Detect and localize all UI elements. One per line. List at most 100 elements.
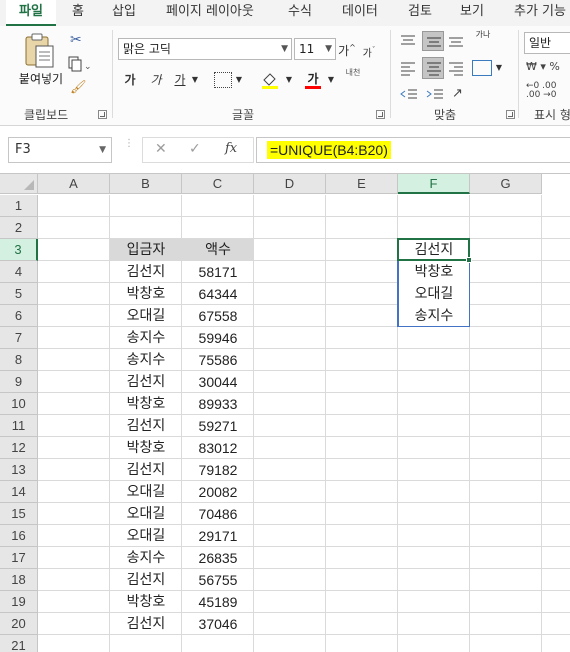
tab-home[interactable]: 홈	[72, 0, 84, 26]
unique-result-cell[interactable]: 오대길	[398, 283, 470, 305]
table-header-amount[interactable]: 액수	[182, 239, 254, 261]
row-header-16[interactable]: 16	[0, 525, 38, 547]
table-cell-depositor[interactable]: 오대길	[110, 503, 182, 525]
tab-view[interactable]: 보기	[460, 0, 484, 26]
table-cell-amount[interactable]: 45189	[182, 591, 254, 613]
cell-area[interactable]: 입금자 액수 김선지 58171 박창호 64344 오대길 67558 송지수 59946 송지수…	[38, 195, 570, 652]
formula-bar-grip-icon[interactable]: ⋮	[124, 139, 134, 159]
table-cell-amount[interactable]: 20082	[182, 481, 254, 503]
table-cell-depositor[interactable]: 송지수	[110, 547, 182, 569]
chevron-down-icon[interactable]: ▼	[494, 58, 504, 78]
table-cell-amount[interactable]: 59946	[182, 327, 254, 349]
insert-function-icon[interactable]: fx	[225, 141, 237, 156]
table-cell-depositor[interactable]: 박창호	[110, 437, 182, 459]
align-center-icon[interactable]	[422, 57, 444, 79]
font-size-dropdown[interactable]: 11 ▼	[294, 38, 336, 60]
format-painter-icon[interactable]: 🖌	[70, 80, 87, 96]
tab-page-layout[interactable]: 페이지 레이아웃	[166, 0, 254, 26]
table-cell-depositor[interactable]: 김선지	[110, 569, 182, 591]
table-cell-depositor[interactable]: 박창호	[110, 283, 182, 305]
table-cell-depositor[interactable]: 송지수	[110, 327, 182, 349]
formula-input[interactable]: =UNIQUE(B4:B20)	[256, 137, 570, 163]
table-cell-depositor[interactable]: 김선지	[110, 415, 182, 437]
column-header-e[interactable]: E	[326, 174, 398, 194]
table-cell-amount[interactable]: 58171	[182, 261, 254, 283]
row-header-6[interactable]: 6	[0, 305, 38, 327]
table-cell-amount[interactable]: 79182	[182, 459, 254, 481]
border-icon[interactable]	[214, 72, 232, 88]
column-header-f[interactable]: F	[398, 174, 470, 194]
table-header-depositor[interactable]: 입금자	[110, 239, 182, 261]
tab-review[interactable]: 검토	[408, 0, 432, 26]
font-name-dropdown[interactable]: 맑은 고딕 ▼	[118, 38, 292, 60]
table-cell-depositor[interactable]: 송지수	[110, 349, 182, 371]
decrease-indent-icon[interactable]	[400, 88, 418, 100]
font-color-button[interactable]: 가	[302, 70, 324, 90]
row-header-2[interactable]: 2	[0, 217, 38, 239]
table-cell-amount[interactable]: 29171	[182, 525, 254, 547]
font-launcher-icon[interactable]	[376, 110, 385, 119]
cancel-icon[interactable]: ✕	[155, 141, 167, 157]
confirm-icon[interactable]: ✓	[189, 141, 201, 157]
table-cell-depositor[interactable]: 박창호	[110, 591, 182, 613]
row-header-15[interactable]: 15	[0, 503, 38, 525]
paste-button-label[interactable]: 붙여넣기	[14, 70, 68, 87]
decimal-places-icon[interactable]: ←0 .00.00 →0	[526, 82, 566, 100]
underline-button[interactable]: 가	[170, 70, 190, 90]
row-header-1[interactable]: 1	[0, 195, 38, 217]
row-header-10[interactable]: 10	[0, 393, 38, 415]
table-cell-amount[interactable]: 83012	[182, 437, 254, 459]
table-cell-amount[interactable]: 75586	[182, 349, 254, 371]
table-cell-depositor[interactable]: 박창호	[110, 393, 182, 415]
tab-insert[interactable]: 삽입	[112, 0, 136, 26]
merge-center-icon[interactable]	[472, 60, 492, 76]
tab-addins[interactable]: 추가 기능	[514, 0, 566, 26]
row-header-18[interactable]: 18	[0, 569, 38, 591]
table-cell-depositor[interactable]: 김선지	[110, 261, 182, 283]
copy-icon[interactable]: ⌄	[68, 56, 92, 72]
wrap-text-button[interactable]: 가나	[472, 30, 494, 40]
bold-button[interactable]: 가	[120, 70, 140, 90]
align-right-icon[interactable]	[448, 60, 464, 76]
alignment-launcher-icon[interactable]	[506, 110, 515, 119]
row-header-4[interactable]: 4	[0, 261, 38, 283]
align-bottom-icon[interactable]	[448, 34, 464, 48]
table-cell-depositor[interactable]: 오대길	[110, 481, 182, 503]
chevron-down-icon[interactable]: ▼	[190, 70, 200, 90]
row-header-11[interactable]: 11	[0, 415, 38, 437]
align-left-icon[interactable]	[400, 60, 416, 76]
table-cell-amount[interactable]: 30044	[182, 371, 254, 393]
chevron-down-icon[interactable]: ▼	[326, 70, 336, 90]
fill-color-icon[interactable]	[260, 70, 282, 90]
row-header-9[interactable]: 9	[0, 371, 38, 393]
column-header-g[interactable]: G	[470, 174, 542, 194]
cut-icon[interactable]: ✂	[70, 32, 86, 48]
column-header-d[interactable]: D	[254, 174, 326, 194]
accounting-format-icon[interactable]: ₩ ▾ %	[526, 60, 560, 76]
select-all-button[interactable]	[0, 174, 38, 194]
table-cell-amount[interactable]: 37046	[182, 613, 254, 635]
chevron-down-icon[interactable]: ▼	[234, 70, 244, 90]
align-top-icon[interactable]	[400, 34, 416, 48]
table-cell-amount[interactable]: 89933	[182, 393, 254, 415]
table-cell-depositor[interactable]: 오대길	[110, 305, 182, 327]
unique-result-cell[interactable]: 송지수	[398, 305, 470, 327]
row-header-19[interactable]: 19	[0, 591, 38, 613]
row-header-7[interactable]: 7	[0, 327, 38, 349]
name-box[interactable]: F3 ▼	[8, 137, 112, 163]
orientation-icon[interactable]: ↗	[452, 86, 470, 102]
row-header-12[interactable]: 12	[0, 437, 38, 459]
row-header-20[interactable]: 20	[0, 613, 38, 635]
tab-formulas[interactable]: 수식	[288, 0, 312, 26]
table-cell-amount[interactable]: 67558	[182, 305, 254, 327]
table-cell-depositor[interactable]: 김선지	[110, 459, 182, 481]
tab-data[interactable]: 데이터	[342, 0, 378, 26]
chevron-down-icon[interactable]: ▼	[284, 70, 294, 90]
align-middle-icon[interactable]	[422, 31, 444, 51]
row-header-14[interactable]: 14	[0, 481, 38, 503]
clipboard-launcher-icon[interactable]	[98, 110, 107, 119]
shrink-font-button[interactable]: 가ˇ	[360, 40, 378, 64]
increase-indent-icon[interactable]	[426, 88, 444, 100]
table-cell-depositor[interactable]: 김선지	[110, 371, 182, 393]
table-cell-depositor[interactable]: 오대길	[110, 525, 182, 547]
